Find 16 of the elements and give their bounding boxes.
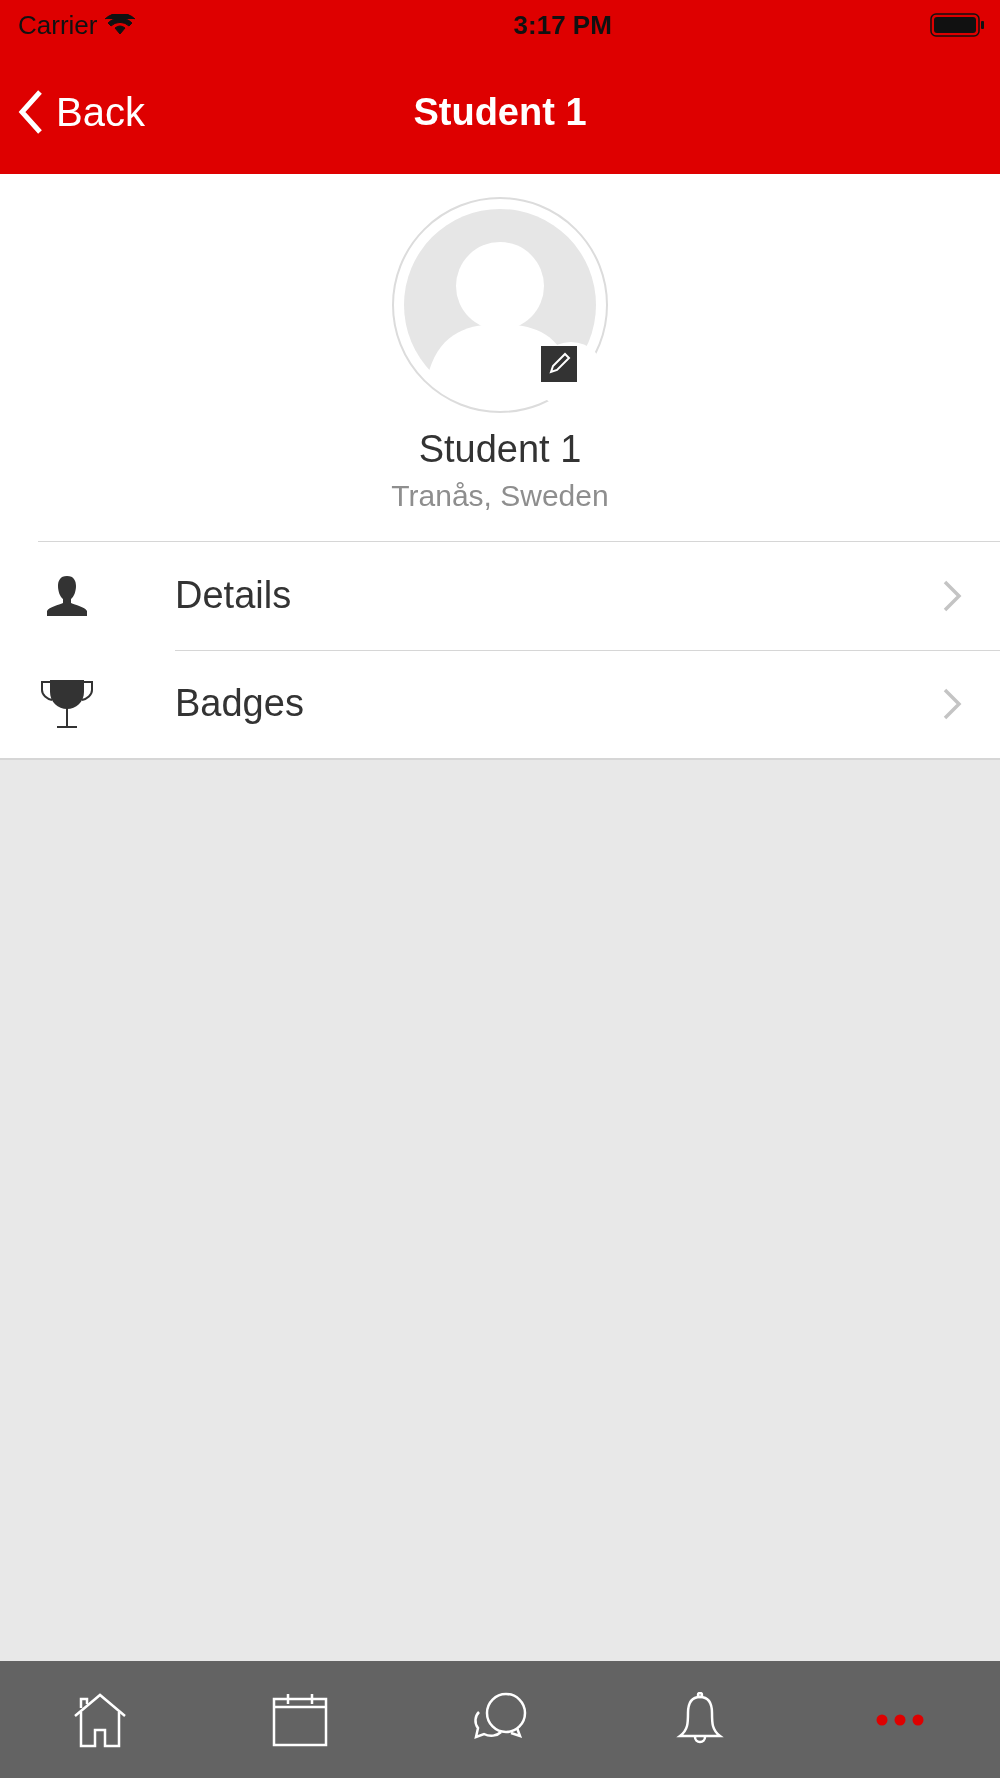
menu-label: Details: [175, 574, 292, 617]
status-time: 3:17 PM: [513, 9, 612, 41]
nav-title: Student 1: [413, 90, 587, 134]
person-icon: [44, 574, 89, 618]
wifi-icon: [105, 14, 136, 36]
edit-photo-button[interactable]: [541, 346, 577, 382]
student-name: Student 1: [418, 428, 582, 471]
student-location: Tranås, Sweden: [391, 479, 609, 513]
back-button[interactable]: Back: [18, 89, 145, 135]
carrier-label: Carrier: [18, 9, 98, 41]
chevron-icon: [942, 578, 962, 613]
chevron-icon: [942, 686, 962, 721]
trophy-icon: [38, 678, 95, 730]
battery-icon: [930, 13, 986, 37]
menu-label: Badges: [175, 682, 304, 725]
back-chevron-icon: [18, 89, 44, 135]
